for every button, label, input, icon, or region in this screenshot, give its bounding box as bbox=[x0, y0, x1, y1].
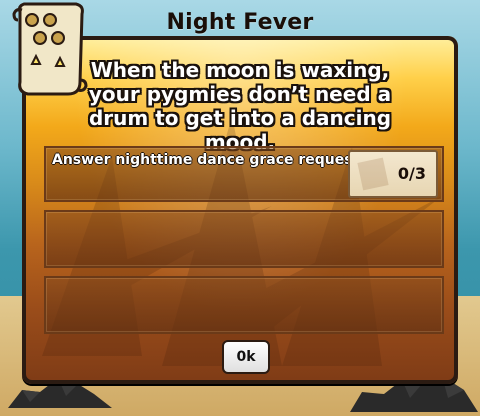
requests-list: Answer nighttime dance grace requests. 0… bbox=[44, 146, 444, 342]
ok-button[interactable]: 0k bbox=[222, 340, 270, 374]
request-text: Answer nighttime dance grace requests. bbox=[52, 152, 373, 168]
quest-title: Night Fever bbox=[166, 10, 314, 35]
quest-description: When the moon is waxing, your pygmies do… bbox=[88, 58, 392, 154]
request-row-empty bbox=[44, 210, 444, 268]
request-row-empty bbox=[44, 276, 444, 334]
progress-badge: 0/3 bbox=[348, 150, 438, 198]
request-row: Answer nighttime dance grace requests. 0… bbox=[44, 146, 444, 202]
progress-count: 0/3 bbox=[397, 164, 426, 183]
